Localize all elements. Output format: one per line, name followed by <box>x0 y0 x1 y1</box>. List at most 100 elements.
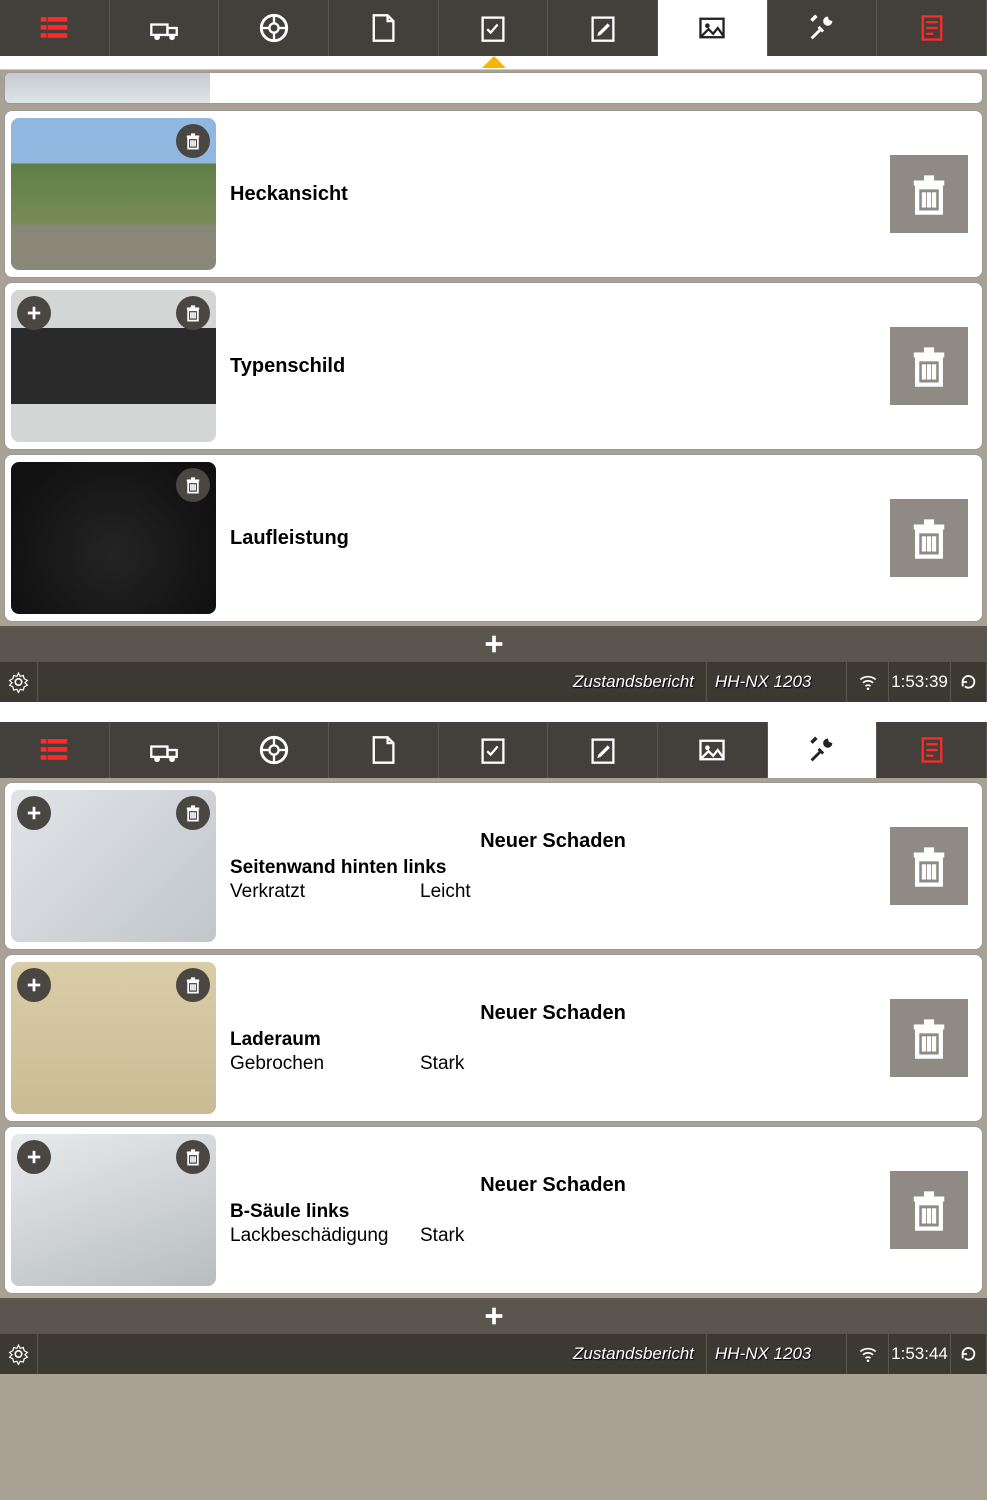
damage-severity: Leicht <box>420 881 471 903</box>
thumbnail-delete-button[interactable] <box>176 124 210 158</box>
tab-photo[interactable] <box>658 722 768 778</box>
status-title: Zustandsbericht <box>38 1334 707 1374</box>
delete-card-button[interactable] <box>890 1171 968 1249</box>
delete-card-button[interactable] <box>890 827 968 905</box>
tab-doc[interactable] <box>329 0 439 56</box>
list-icon <box>39 735 69 765</box>
photo-thumbnail[interactable] <box>11 462 216 614</box>
tab-tools[interactable] <box>768 722 878 778</box>
add-photo-bar[interactable] <box>0 626 987 662</box>
damage-text: Neuer Schaden Seitenwand hinten links Ve… <box>230 830 876 903</box>
damage-location: B-Säule links <box>230 1201 876 1223</box>
tab-bar <box>0 0 987 56</box>
damage-text: Neuer Schaden Laderaum Gebrochen Stark <box>230 1002 876 1075</box>
damage-type: Verkratzt <box>230 881 420 903</box>
wheel-icon <box>259 13 289 43</box>
doc-icon <box>368 13 398 43</box>
wifi-icon <box>847 1334 889 1374</box>
wifi-icon <box>847 662 889 702</box>
status-bar: Zustandsbericht HH-NX 1203 1:53:39 <box>0 662 987 702</box>
photo-icon <box>697 13 727 43</box>
wheel-icon <box>259 735 289 765</box>
thumbnail-add-button[interactable] <box>17 796 51 830</box>
damage-location: Seitenwand hinten links <box>230 857 876 879</box>
sync-button[interactable] <box>951 662 987 702</box>
photo-thumbnail[interactable] <box>11 290 216 442</box>
tab-indicator-row <box>0 56 987 70</box>
thumbnail-delete-button[interactable] <box>176 1140 210 1174</box>
tab-truck[interactable] <box>110 0 220 56</box>
partial-previous-card[interactable] <box>4 72 983 104</box>
damage-card[interactable]: Neuer Schaden Laderaum Gebrochen Stark <box>4 954 983 1122</box>
damage-card[interactable]: Neuer Schaden Seitenwand hinten links Ve… <box>4 782 983 950</box>
tab-form-check[interactable] <box>439 0 549 56</box>
status-bar: Zustandsbericht HH-NX 1203 1:53:44 <box>0 1334 987 1374</box>
screen-damages: Neuer Schaden Seitenwand hinten links Ve… <box>0 722 987 1374</box>
photo-icon <box>697 735 727 765</box>
sync-button[interactable] <box>951 1334 987 1374</box>
status-plate: HH-NX 1203 <box>707 662 847 702</box>
tab-list[interactable] <box>0 0 110 56</box>
report-icon <box>917 13 947 43</box>
status-title: Zustandsbericht <box>38 662 707 702</box>
form-check-icon <box>478 13 508 43</box>
photo-card[interactable]: Typenschild <box>4 282 983 450</box>
damage-header: Neuer Schaden <box>230 830 876 853</box>
settings-button[interactable] <box>0 1334 38 1374</box>
damage-thumbnail[interactable] <box>11 790 216 942</box>
damage-location: Laderaum <box>230 1029 876 1051</box>
damage-severity: Stark <box>420 1225 464 1247</box>
form-check-icon <box>478 735 508 765</box>
tab-wheel[interactable] <box>219 722 329 778</box>
damage-severity: Stark <box>420 1053 464 1075</box>
tab-photo[interactable] <box>658 0 768 56</box>
photo-label-area: Laufleistung <box>230 527 876 550</box>
thumbnail-partial <box>5 73 210 103</box>
tab-truck[interactable] <box>110 722 220 778</box>
thumbnail-delete-button[interactable] <box>176 968 210 1002</box>
photo-label: Typenschild <box>230 355 876 378</box>
damage-header: Neuer Schaden <box>230 1174 876 1197</box>
delete-card-button[interactable] <box>890 499 968 577</box>
status-time: 1:53:44 <box>889 1334 951 1374</box>
tab-report[interactable] <box>877 0 987 56</box>
damage-header: Neuer Schaden <box>230 1002 876 1025</box>
damage-thumbnail[interactable] <box>11 1134 216 1286</box>
tools-icon <box>807 13 837 43</box>
photo-card[interactable]: Heckansicht <box>4 110 983 278</box>
tab-tools[interactable] <box>768 0 878 56</box>
report-icon <box>917 735 947 765</box>
tab-form-check[interactable] <box>439 722 549 778</box>
damage-thumbnail[interactable] <box>11 962 216 1114</box>
tab-wheel[interactable] <box>219 0 329 56</box>
delete-card-button[interactable] <box>890 155 968 233</box>
tab-doc[interactable] <box>329 722 439 778</box>
thumbnail-add-button[interactable] <box>17 296 51 330</box>
status-plate: HH-NX 1203 <box>707 1334 847 1374</box>
form-edit-icon <box>588 735 618 765</box>
settings-button[interactable] <box>0 662 38 702</box>
thumbnail-add-button[interactable] <box>17 1140 51 1174</box>
thumbnail-delete-button[interactable] <box>176 796 210 830</box>
add-damage-bar[interactable] <box>0 1298 987 1334</box>
tab-form-edit[interactable] <box>548 722 658 778</box>
thumbnail-add-button[interactable] <box>17 968 51 1002</box>
damage-type: Lackbeschädigung <box>230 1225 420 1247</box>
tab-list[interactable] <box>0 722 110 778</box>
tab-bar <box>0 722 987 778</box>
thumbnail-delete-button[interactable] <box>176 468 210 502</box>
photo-thumbnail[interactable] <box>11 118 216 270</box>
status-time: 1:53:39 <box>889 662 951 702</box>
photo-label: Heckansicht <box>230 183 876 206</box>
delete-card-button[interactable] <box>890 999 968 1077</box>
damage-card[interactable]: Neuer Schaden B-Säule links Lackbeschädi… <box>4 1126 983 1294</box>
tab-form-edit[interactable] <box>548 0 658 56</box>
delete-card-button[interactable] <box>890 327 968 405</box>
thumbnail-delete-button[interactable] <box>176 296 210 330</box>
tab-report[interactable] <box>877 722 987 778</box>
truck-icon <box>149 735 179 765</box>
photo-label-area: Typenschild <box>230 355 876 378</box>
photo-card[interactable]: Laufleistung <box>4 454 983 622</box>
yellow-arrow-icon <box>482 56 506 68</box>
photo-label: Laufleistung <box>230 527 876 550</box>
